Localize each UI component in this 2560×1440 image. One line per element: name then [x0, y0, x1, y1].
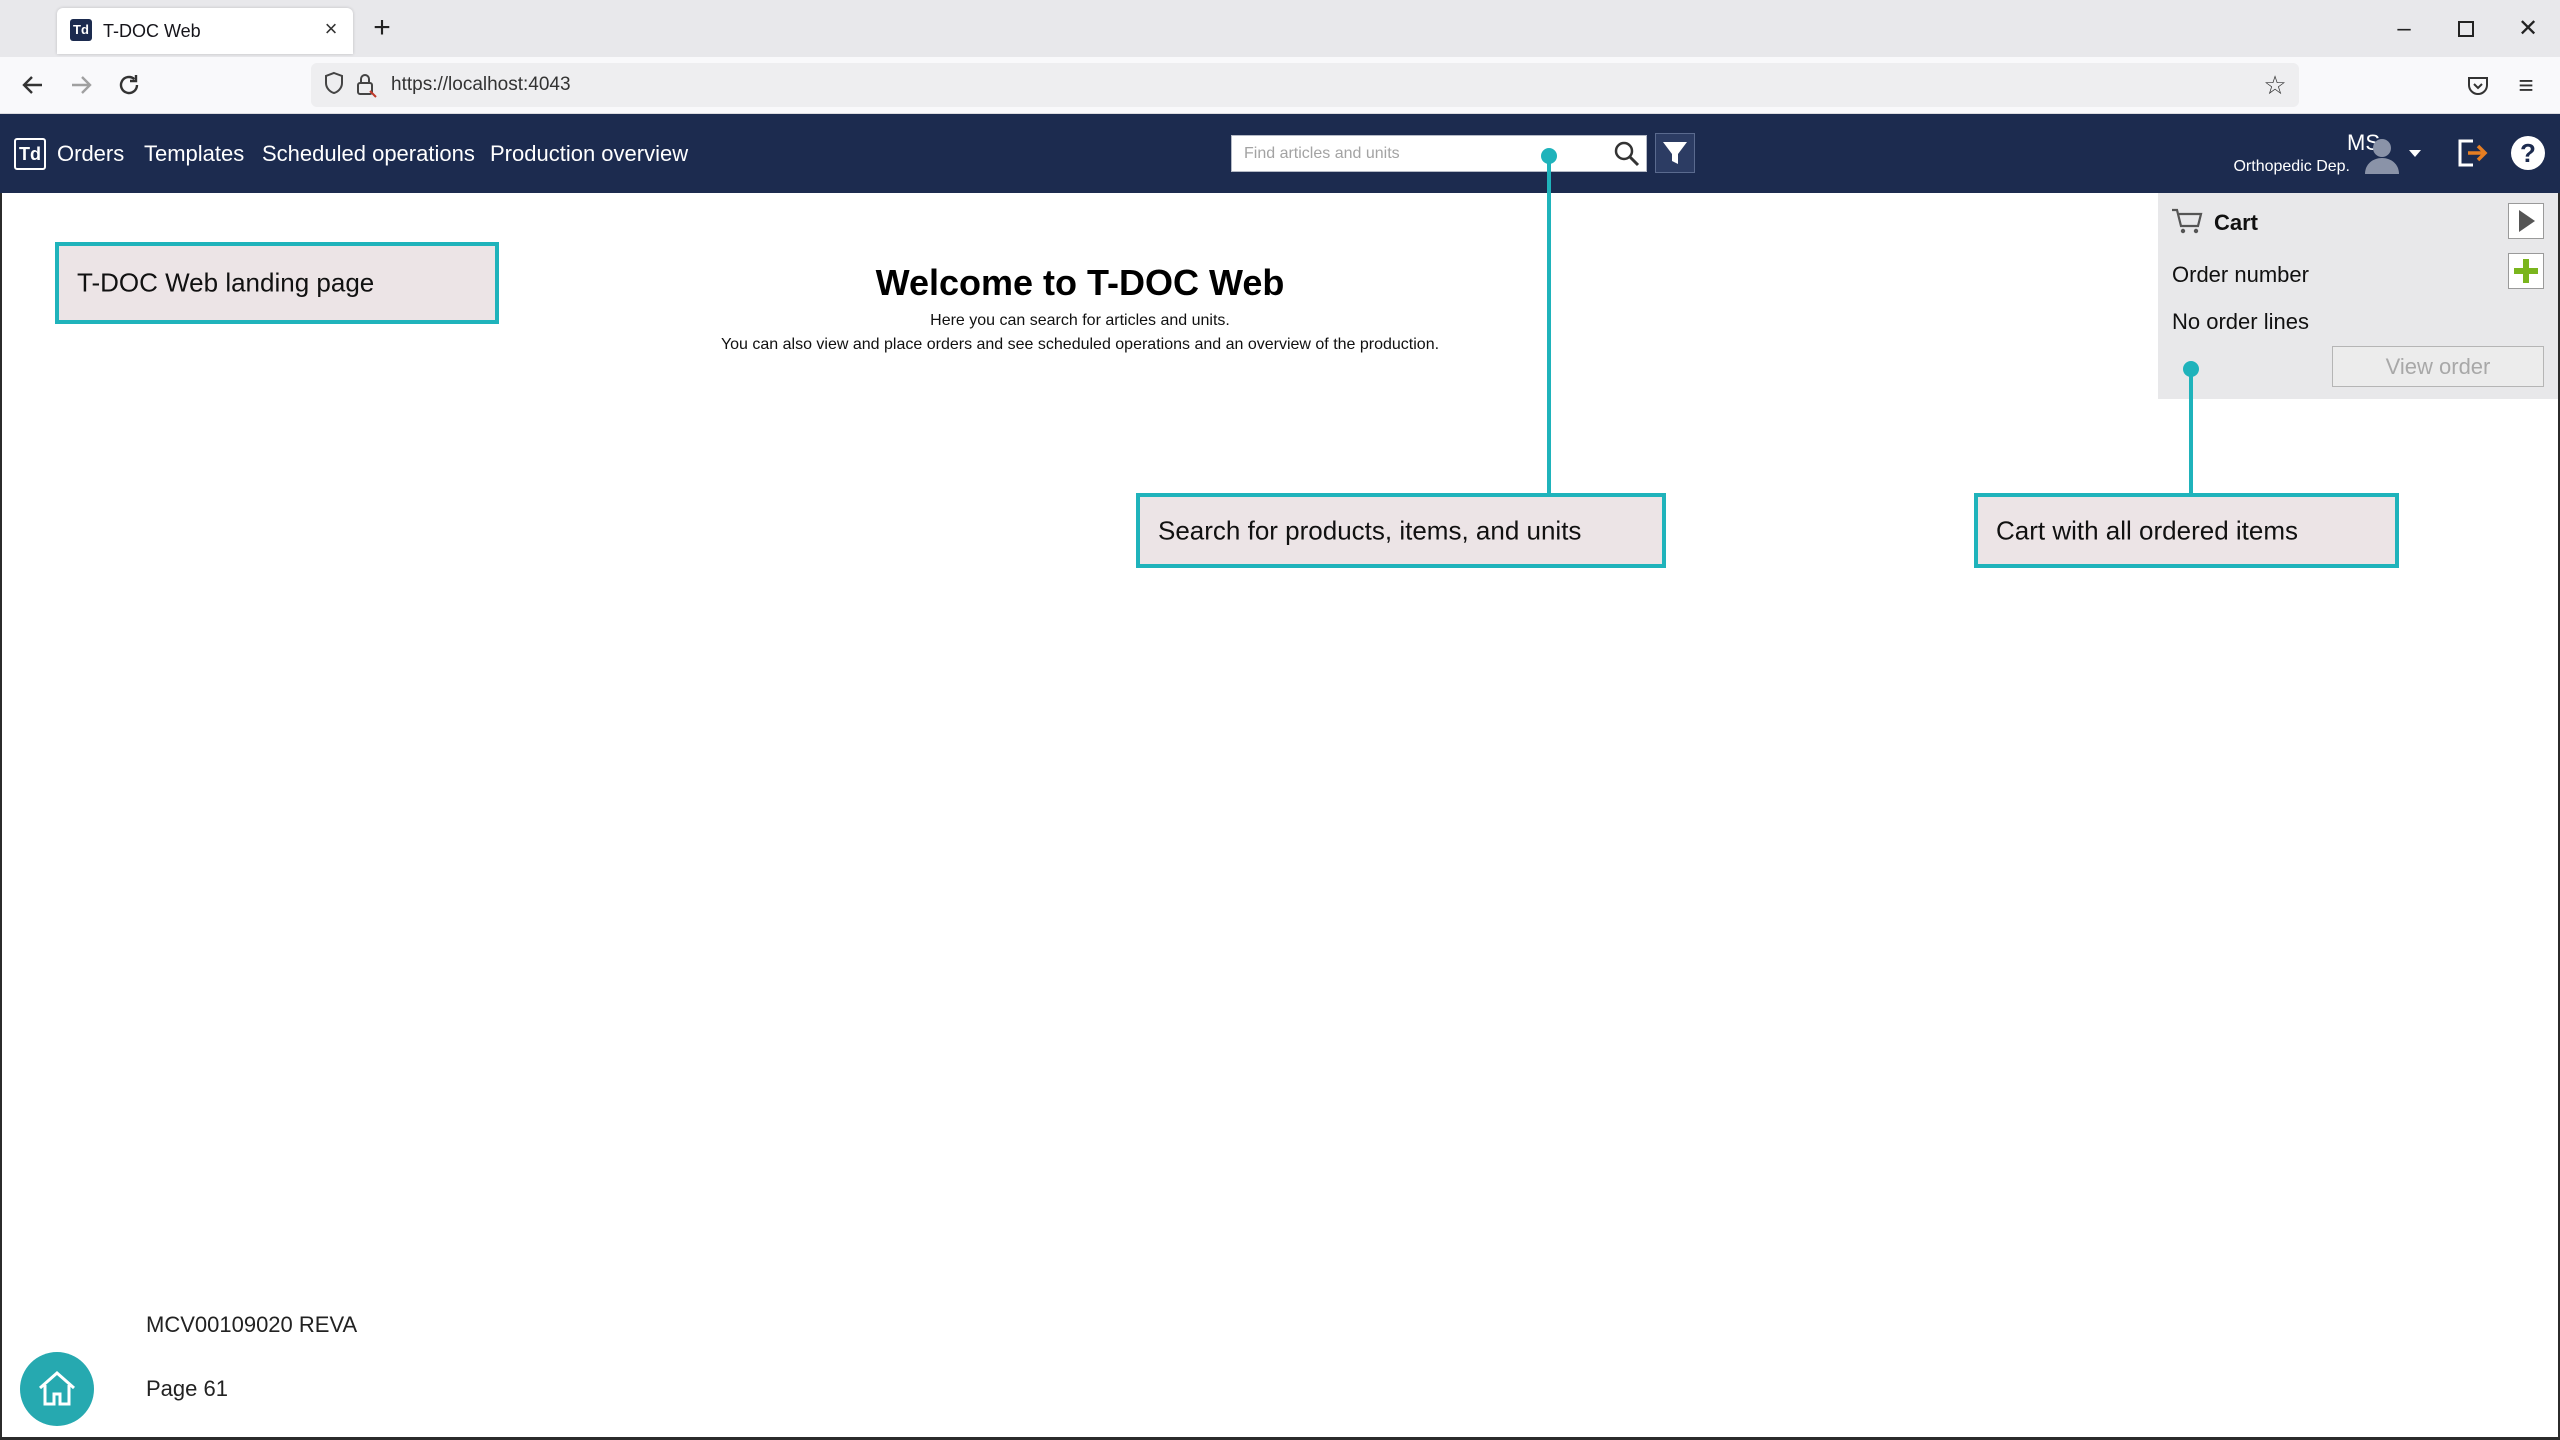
- home-button[interactable]: [20, 1352, 94, 1426]
- nav-scheduled-operations[interactable]: Scheduled operations: [262, 141, 475, 167]
- callout-search-text: Search for products, items, and units: [1158, 515, 1582, 545]
- reload-icon[interactable]: [114, 70, 144, 100]
- url-text[interactable]: https://localhost:4043: [391, 74, 571, 96]
- shopping-cart-icon: [2170, 207, 2204, 235]
- document-id: MCV00109020 REVA: [146, 1312, 358, 1337]
- view-order-button[interactable]: View order: [2332, 346, 2544, 387]
- cart-panel: Cart Order number No order lines View or…: [2158, 193, 2560, 399]
- address-bar[interactable]: https://localhost:4043 ☆: [311, 63, 2299, 107]
- callout-landing-page: T-DOC Web landing page: [55, 242, 499, 324]
- filter-button[interactable]: [1655, 133, 1695, 173]
- app-header: Td Orders Templates Scheduled operations…: [0, 114, 2560, 193]
- play-arrow-icon: [2519, 210, 2535, 232]
- browser-toolbar: https://localhost:4043 ☆ ≡: [0, 57, 2560, 114]
- funnel-icon: [1663, 142, 1687, 164]
- callout-cart-text: Cart with all ordered items: [1996, 515, 2298, 545]
- search-icon[interactable]: [1612, 139, 1642, 169]
- menu-hamburger-icon[interactable]: ≡: [2511, 70, 2541, 100]
- user-avatar-icon[interactable]: [2362, 134, 2402, 174]
- cart-title: Cart: [2214, 210, 2259, 235]
- callout-landing-text: T-DOC Web landing page: [77, 267, 375, 298]
- lock-icon[interactable]: [353, 71, 379, 99]
- add-order-button[interactable]: [2508, 253, 2544, 289]
- nav-templates[interactable]: Templates: [144, 141, 244, 167]
- browser-tab[interactable]: Td T-DOC Web ×: [57, 8, 353, 54]
- frame-border-left: [0, 193, 2, 1440]
- order-number-label: Order number: [2172, 262, 2309, 287]
- cart-empty-text: No order lines: [2172, 309, 2309, 334]
- welcome-text-line1: Here you can search for articles and uni…: [930, 312, 1230, 329]
- forward-arrow-icon[interactable]: [66, 70, 96, 100]
- page-title: Welcome to T-DOC Web: [875, 262, 1285, 303]
- nav-production-overview[interactable]: Production overview: [490, 141, 688, 167]
- new-tab-button[interactable]: +: [366, 13, 398, 45]
- maximize-window-icon[interactable]: [2451, 14, 2481, 44]
- t-doc-logo[interactable]: Td: [14, 138, 46, 170]
- search-callout-line: [1547, 156, 1551, 494]
- pocket-icon[interactable]: [2463, 70, 2493, 100]
- welcome-text-line2: You can also view and place orders and s…: [720, 336, 1440, 353]
- house-icon: [39, 1370, 75, 1406]
- browser-tab-title: T-DOC Web: [103, 21, 201, 41]
- help-icon[interactable]: ?: [2511, 136, 2545, 170]
- cart-expand-button[interactable]: [2508, 203, 2544, 239]
- tracking-shield-icon[interactable]: [321, 71, 347, 99]
- bookmark-star-icon[interactable]: ☆: [2261, 71, 2289, 99]
- close-tab-icon[interactable]: ×: [319, 18, 343, 42]
- back-arrow-icon[interactable]: [18, 70, 48, 100]
- callout-cart: Cart with all ordered items: [1974, 493, 2399, 568]
- user-department[interactable]: Orthopedic Dep.: [2200, 158, 2350, 176]
- page-number: Page 61: [146, 1376, 228, 1401]
- logout-icon[interactable]: [2453, 135, 2489, 171]
- close-window-icon[interactable]: ✕: [2513, 14, 2543, 44]
- minimize-window-icon[interactable]: –: [2389, 14, 2419, 44]
- browser-tab-strip: Td T-DOC Web × + – ✕: [0, 0, 2560, 57]
- cart-callout-line: [2189, 369, 2193, 494]
- search-box: [1231, 135, 1647, 172]
- nav-orders[interactable]: Orders: [57, 141, 124, 167]
- callout-search: Search for products, items, and units: [1136, 493, 1666, 568]
- plus-icon: [2514, 259, 2538, 283]
- t-doc-favicon-icon: Td: [70, 19, 92, 41]
- chevron-down-icon[interactable]: [2406, 144, 2424, 162]
